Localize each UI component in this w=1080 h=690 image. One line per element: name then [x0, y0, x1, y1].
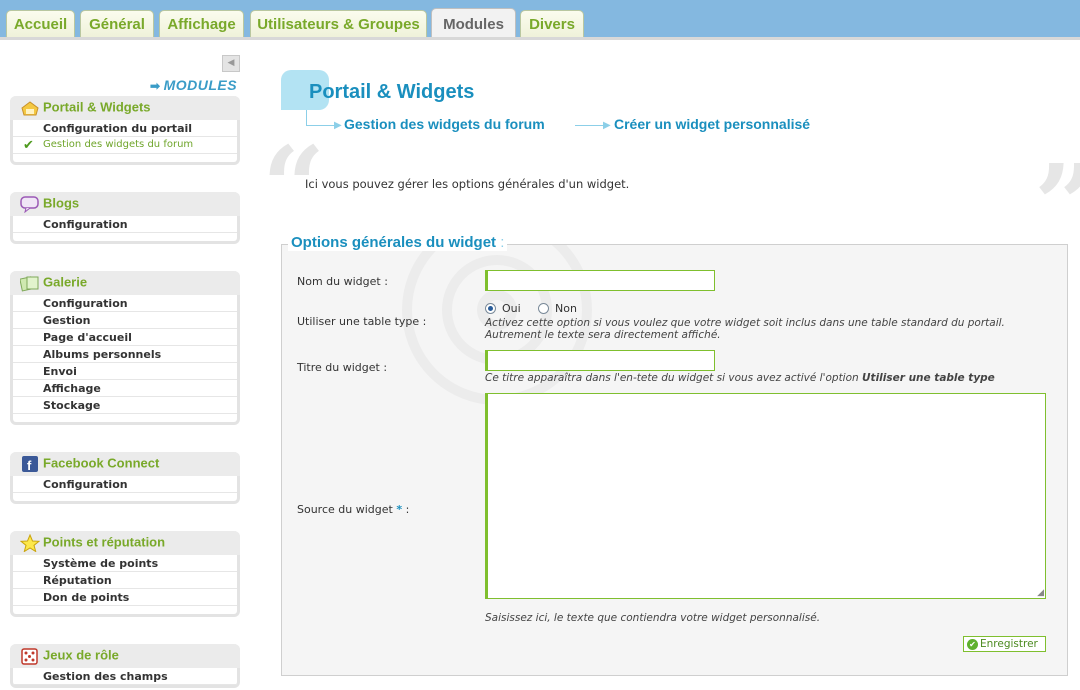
save-button[interactable]: ✔ Enregistrer — [963, 636, 1046, 652]
help-text-bold: Utiliser une table type — [862, 372, 995, 384]
arrow-right-icon: ▶ — [334, 120, 342, 131]
sidebar-box-points: Points et réputation Système de points R… — [10, 531, 240, 617]
sidebar-item-gestion-widgets[interactable]: ✔ Gestion des widgets du forum — [13, 137, 237, 154]
tab-modules[interactable]: Modules — [431, 8, 516, 39]
top-nav: Accueil Général Affichage Utilisateurs &… — [0, 0, 1080, 39]
widget-name-label: Nom du widget : — [297, 275, 388, 288]
star-icon — [19, 533, 41, 553]
sidebar-item-albums-personnels[interactable]: Albums personnels — [13, 346, 237, 363]
tab-general[interactable]: Général — [80, 10, 154, 39]
speech-bubble-icon — [20, 195, 40, 214]
tab-affichage[interactable]: Affichage — [159, 10, 244, 39]
sidebar-box-blogs: Blogs Configuration — [10, 192, 240, 244]
help-text: Ce titre apparaîtra dans l'en-tete du wi… — [485, 372, 859, 384]
arrow-right-icon: ▶ — [603, 120, 611, 131]
sidebar-item-label: Gestion des widgets du forum — [43, 139, 194, 150]
tab-utilisateurs-groupes[interactable]: Utilisateurs & Groupes — [250, 10, 427, 39]
save-button-label: Enregistrer — [980, 638, 1038, 650]
tab-divers[interactable]: Divers — [520, 10, 584, 39]
collapse-sidebar-button[interactable]: ◀ — [222, 55, 240, 72]
breadcrumb-link-creer-widget[interactable]: Créer un widget personnalisé — [614, 116, 810, 132]
sidebar-box-title-label: Blogs — [43, 195, 80, 211]
check-circle-icon: ✔ — [967, 639, 978, 650]
sidebar-box-title[interactable]: Portail & Widgets — [10, 96, 240, 120]
fieldset-legend: Options générales du widget : — [288, 234, 508, 251]
sidebar-box-title[interactable]: Jeux de rôle — [10, 644, 240, 668]
sidebar-heading-label: MODULES — [163, 77, 238, 93]
widget-title-label: Titre du widget : — [297, 361, 388, 374]
widget-source-textarea[interactable]: ◢ — [485, 393, 1046, 599]
resize-handle-icon[interactable]: ◢ — [1037, 588, 1044, 598]
table-type-label: Utiliser une table type : — [297, 315, 427, 328]
sidebar-item-configuration[interactable]: Configuration — [13, 216, 237, 233]
sidebar-box-title[interactable]: Points et réputation — [10, 531, 240, 555]
legend-colon: : — [500, 234, 505, 251]
widget-title-input[interactable] — [485, 350, 715, 371]
sidebar-item-reputation[interactable]: Réputation — [13, 572, 237, 589]
tab-accueil[interactable]: Accueil — [6, 10, 75, 39]
sidebar-item-stockage[interactable]: Stockage — [13, 397, 237, 414]
sidebar-item-systeme-points[interactable]: Système de points — [13, 555, 237, 572]
help-line: Activez cette option si vous voulez que … — [485, 317, 1005, 329]
sidebar-item-configuration[interactable]: Configuration — [13, 476, 237, 493]
sidebar-box-title-label: Points et réputation — [43, 534, 166, 550]
sidebar-box-title-label: Facebook Connect — [43, 455, 160, 471]
checkmark-icon: ✔ — [23, 138, 34, 153]
widget-source-help: Saisissez ici, le texte que contiendra v… — [485, 612, 821, 624]
widget-source-label: Source du widget * : — [297, 503, 409, 516]
sidebar-item-page-accueil[interactable]: Page d'accueil — [13, 329, 237, 346]
dice-icon — [20, 647, 40, 665]
sidebar-item-gestion-champs[interactable]: Gestion des champs — [13, 668, 237, 685]
sidebar-box-jeux-role: Jeux de rôle Gestion des champs — [10, 644, 240, 688]
intro-text: Ici vous pouvez gérer les options généra… — [305, 177, 630, 191]
widget-title-help: Ce titre apparaîtra dans l'en-tete du wi… — [485, 372, 995, 384]
table-type-yes-radio[interactable] — [485, 303, 496, 314]
breadcrumb-link-gestion-widgets[interactable]: Gestion des widgets du forum — [344, 116, 545, 132]
sidebar-item-configuration-portail[interactable]: Configuration du portail — [13, 120, 237, 137]
legend-label: Options générales du widget — [291, 234, 497, 251]
sidebar-box-title-label: Jeux de rôle — [43, 647, 119, 663]
sidebar-item-don-points[interactable]: Don de points — [13, 589, 237, 606]
sidebar-box-title[interactable]: f Facebook Connect — [10, 452, 240, 476]
table-type-help: Activez cette option si vous voulez que … — [485, 317, 1005, 341]
gallery-icon — [19, 274, 40, 292]
sidebar-box-title[interactable]: Blogs — [10, 192, 240, 216]
sidebar-box-title[interactable]: Galerie — [10, 271, 240, 295]
source-label-colon: : — [405, 503, 410, 516]
sidebar-box-portail: Portail & Widgets Configuration du porta… — [10, 96, 240, 165]
sidebar-box-title-label: Portail & Widgets — [43, 99, 151, 115]
help-line: Autrement le texte sera directement affi… — [485, 329, 721, 341]
sidebar-item-configuration[interactable]: Configuration — [13, 295, 237, 312]
radio-label-oui: Oui — [502, 302, 521, 315]
sidebar-heading: ➡ MODULES — [150, 77, 238, 93]
svg-text:f: f — [27, 458, 32, 473]
sidebar-item-gestion[interactable]: Gestion — [13, 312, 237, 329]
sidebar-item-affichage[interactable]: Affichage — [13, 380, 237, 397]
source-label-text: Source du widget — [297, 503, 393, 516]
required-marker: * — [396, 503, 403, 516]
sidebar-box-title-label: Galerie — [43, 274, 88, 290]
radio-label-non: Non — [555, 302, 577, 315]
page-title: Portail & Widgets — [309, 81, 475, 103]
portal-icon — [20, 99, 40, 117]
sidebar-box-galerie: Galerie Configuration Gestion Page d'acc… — [10, 271, 240, 425]
topbar-divider — [0, 37, 1080, 40]
facebook-icon: f — [20, 455, 40, 473]
table-type-no-radio[interactable] — [538, 303, 549, 314]
widget-name-input[interactable] — [485, 270, 715, 291]
sidebar-box-facebook: f Facebook Connect Configuration — [10, 452, 240, 504]
sidebar-item-envoi[interactable]: Envoi — [13, 363, 237, 380]
